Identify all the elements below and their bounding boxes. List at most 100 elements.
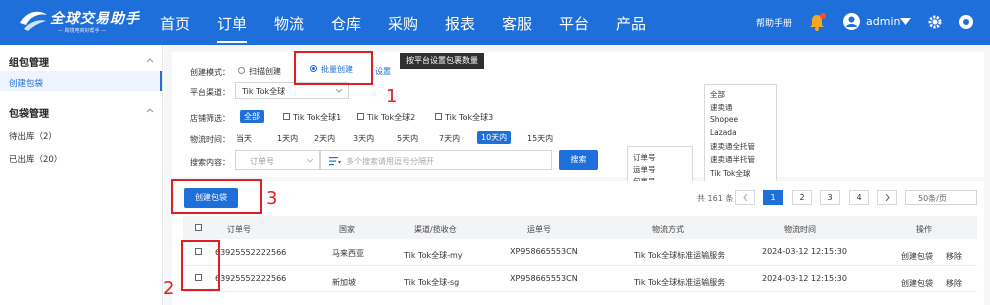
dropdown-option-tiktok[interactable]: Tik Tok全球 — [710, 168, 750, 179]
search-button[interactable]: 搜索 — [559, 150, 598, 170]
nav-logistics[interactable]: 物流 — [274, 13, 304, 34]
logo-mark-icon — [20, 11, 47, 31]
chevron-up-icon[interactable] — [146, 57, 154, 63]
row-create-bag-link[interactable]: 创建包袋 — [901, 278, 933, 289]
pagination-next-button[interactable] — [877, 190, 897, 205]
power-icon[interactable] — [958, 14, 974, 30]
store-checkbox-1[interactable] — [283, 113, 290, 120]
time-option-10d[interactable]: 10天内 — [477, 131, 512, 144]
nav-customer-service[interactable]: 客服 — [502, 13, 532, 34]
sidebar-group-bagging[interactable]: 组包管理 — [9, 54, 49, 69]
annotation-number-2: 2 — [163, 278, 175, 299]
dropdown-option-aliexpress[interactable]: 速卖通 — [710, 102, 733, 113]
pagination-page-2[interactable]: 2 — [792, 190, 812, 205]
dropdown-option-all[interactable]: 全部 — [710, 89, 725, 100]
sidebar-item-create-bag[interactable]: 创建包袋 — [9, 77, 43, 89]
col-header-actions: 操作 — [916, 225, 932, 234]
username[interactable]: admin — [866, 15, 900, 28]
chevron-down-icon — [336, 89, 342, 93]
time-option-3d[interactable]: 3天内 — [353, 133, 374, 144]
sidebar: 组包管理 创建包袋 包袋管理 待出库（2） 已出库（20） — [0, 45, 163, 305]
pagination-page-1[interactable]: 1 — [763, 190, 783, 205]
brand-slogan: — 跨境电商好帮手 — — [58, 28, 107, 34]
store-checkbox-3[interactable] — [435, 113, 442, 120]
caret-down-icon[interactable] — [900, 18, 911, 26]
annotation-box-row-checkboxes — [181, 240, 220, 291]
store-label-2[interactable]: Tik Tok全球2 — [367, 112, 415, 123]
time-option-2d[interactable]: 2天内 — [314, 133, 335, 144]
nav-reports[interactable]: 报表 — [445, 13, 475, 34]
store-label-3[interactable]: Tik Tok全球3 — [445, 112, 493, 123]
time-option-today[interactable]: 当天 — [236, 133, 252, 144]
table-header: 订单号 国家 渠道/揽收仓 运单号 物流方式 物流时间 操作 — [183, 216, 977, 239]
sidebar-group-bag-management[interactable]: 包袋管理 — [9, 105, 49, 120]
time-option-15d[interactable]: 15天内 — [527, 133, 553, 144]
sidebar-item-pending-outbound[interactable]: 待出库（2） — [9, 130, 57, 142]
gear-icon[interactable] — [928, 15, 942, 29]
col-header-order-no: 订单号 — [227, 225, 251, 234]
cell-logistics-time: 2024-03-12 12:15:30 — [762, 274, 847, 283]
nav-home[interactable]: 首页 — [160, 13, 190, 34]
nav-orders[interactable]: 订单 — [217, 13, 248, 43]
cell-shipping-method: Tik Tok全球标准运输服务 — [634, 251, 726, 260]
row-create-bag-link[interactable]: 创建包袋 — [901, 251, 933, 262]
col-header-country: 国家 — [339, 225, 355, 234]
store-label-1[interactable]: Tik Tok全球1 — [293, 112, 341, 123]
help-manual-link[interactable]: 帮助手册 — [756, 16, 792, 29]
logistics-time-label: 物流时间： — [190, 135, 230, 144]
user-avatar-icon[interactable] — [843, 13, 860, 30]
annotation-box-create-bag — [171, 179, 262, 214]
brand-name: 全球交易助手 — [50, 11, 140, 27]
sidebar-item-shipped[interactable]: 已出库（20） — [9, 153, 62, 165]
radio-scan-create-label[interactable]: 扫描创建 — [249, 66, 281, 77]
nav-products[interactable]: 产品 — [616, 13, 646, 34]
chevron-up-icon[interactable] — [146, 107, 154, 113]
store-checkbox-2[interactable] — [357, 113, 364, 120]
cell-logistics-time: 2024-03-12 12:15:30 — [762, 247, 847, 256]
dropdown-option-shopee[interactable]: Shopee — [710, 115, 738, 124]
channel-select-value: Tik Tok全球 — [242, 87, 286, 96]
time-option-1d[interactable]: 1天内 — [277, 133, 298, 144]
page-size-select[interactable]: 50条/页 — [905, 190, 977, 205]
cell-order-no: 63925552222566 — [215, 248, 287, 257]
dropdown-option-lazada[interactable]: Lazada — [710, 128, 737, 137]
radio-scan-create[interactable] — [238, 67, 245, 74]
pagination-prev-button[interactable] — [735, 190, 755, 205]
time-option-5d[interactable]: 5天内 — [397, 133, 418, 144]
nav-purchasing[interactable]: 采购 — [388, 13, 418, 34]
cell-country: 新加坡 — [332, 278, 356, 287]
app-logo[interactable]: 全球交易助手 — 跨境电商好帮手 — — [18, 6, 143, 38]
page-size-value: 50条/页 — [918, 194, 947, 203]
channel-label: 平台渠道： — [190, 88, 230, 97]
table-row: 63925552222566 新加坡 Tik Tok全球-sg XP958665… — [183, 266, 977, 292]
search-input[interactable]: 多个搜索请用逗号分隔开 — [320, 150, 552, 170]
pagination-page-4[interactable]: 4 — [849, 190, 869, 205]
search-content-label: 搜索内容： — [190, 158, 230, 167]
search-placeholder: 多个搜索请用逗号分隔开 — [346, 157, 434, 166]
store-all-tag[interactable]: 全部 — [240, 110, 264, 123]
cell-shipping-method: Tik Tok全球标准运输服务 — [634, 278, 726, 287]
dropdown-option-aliexpress-semi[interactable]: 速卖通半托管 — [710, 154, 755, 165]
col-header-shipping-method: 物流方式 — [652, 225, 684, 234]
annotation-number-1: 1 — [386, 86, 398, 107]
row-remove-link[interactable]: 移除 — [946, 251, 962, 262]
notification-bell-icon[interactable] — [806, 11, 828, 33]
create-mode-label: 创建模式： — [190, 68, 230, 77]
nav-warehouse[interactable]: 仓库 — [331, 13, 361, 34]
col-header-logistics-time: 物流时间 — [784, 225, 816, 234]
search-type-select[interactable]: 订单号 — [235, 150, 320, 170]
cell-order-no: 63925552222566 — [215, 274, 287, 283]
nav-platform[interactable]: 平台 — [559, 13, 589, 34]
pagination-page-3[interactable]: 3 — [820, 190, 840, 205]
channel-dropdown: 全部 速卖通 Shopee Lazada 速卖通全托管 速卖通半托管 Tik T… — [704, 84, 777, 182]
annotation-number-3: 3 — [266, 188, 278, 209]
dropdown-option-tracking-no[interactable]: 运单号 — [633, 164, 656, 175]
time-option-7d[interactable]: 7天内 — [439, 133, 460, 144]
settings-link[interactable]: 设置 — [375, 66, 391, 77]
cell-country: 马来西亚 — [332, 249, 364, 258]
dropdown-option-aliexpress-full[interactable]: 速卖通全托管 — [710, 141, 755, 152]
dropdown-option-order-no[interactable]: 订单号 — [633, 152, 656, 163]
select-all-checkbox[interactable] — [195, 224, 202, 231]
cell-tracking-no: XP958665553CN — [510, 247, 578, 256]
row-remove-link[interactable]: 移除 — [946, 278, 962, 289]
